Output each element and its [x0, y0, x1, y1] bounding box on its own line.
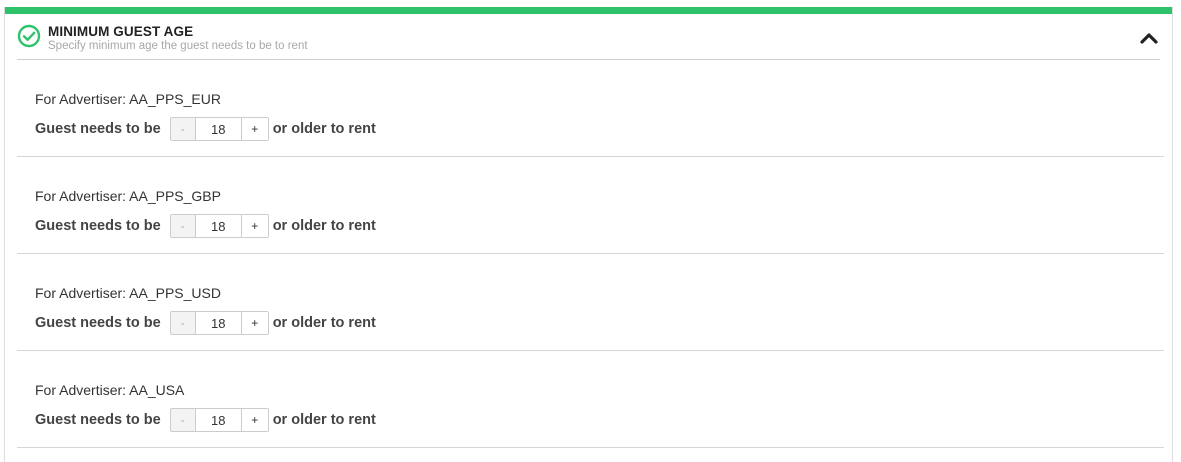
advertiser-label: For Advertiser: AA_PPS_USD [35, 285, 221, 301]
increment-button[interactable]: + [240, 215, 268, 237]
min-age-suffix: or older to rent [272, 121, 376, 137]
section-title: MINIMUM GUEST AGE [48, 24, 194, 39]
chevron-up-icon[interactable] [1138, 28, 1160, 48]
check-circle-icon [17, 24, 41, 48]
age-stepper[interactable]: - 18 + [169, 408, 269, 432]
min-age-prefix: Guest needs to be [35, 121, 161, 137]
advertiser-entry: For Advertiser: AA_PPS_USD Guest needs t… [17, 254, 1164, 351]
status-bar [5, 7, 1172, 14]
min-age-suffix: or older to rent [272, 315, 376, 331]
min-age-row: Guest needs to be - 18 + or older to ren… [35, 311, 376, 335]
section-subtitle: Specify minimum age the guest needs to b… [48, 40, 308, 52]
decrement-button[interactable]: - [170, 409, 196, 431]
increment-button[interactable]: + [240, 118, 268, 140]
age-stepper[interactable]: - 18 + [169, 214, 269, 238]
age-value-input[interactable]: 18 [196, 118, 241, 140]
increment-button[interactable]: + [240, 409, 268, 431]
min-age-row: Guest needs to be - 18 + or older to ren… [35, 408, 376, 432]
age-value-input[interactable]: 18 [196, 409, 241, 431]
decrement-button[interactable]: - [170, 215, 196, 237]
advertiser-entry: For Advertiser: AA_PPS_GBP Guest needs t… [17, 157, 1164, 254]
age-stepper[interactable]: - 18 + [169, 311, 269, 335]
section-header[interactable]: MINIMUM GUEST AGE Specify minimum age th… [17, 14, 1160, 60]
age-value-input[interactable]: 18 [196, 215, 241, 237]
decrement-button[interactable]: - [170, 118, 196, 140]
min-age-row: Guest needs to be - 18 + or older to ren… [35, 214, 376, 238]
advertiser-entry: For Advertiser: AA_USA Guest needs to be… [17, 351, 1164, 448]
age-value-input[interactable]: 18 [196, 312, 241, 334]
min-age-prefix: Guest needs to be [35, 218, 161, 234]
min-age-suffix: or older to rent [272, 218, 376, 234]
min-age-suffix: or older to rent [272, 412, 376, 428]
minimum-guest-age-panel: MINIMUM GUEST AGE Specify minimum age th… [4, 7, 1173, 462]
increment-button[interactable]: + [240, 312, 268, 334]
min-age-row: Guest needs to be - 18 + or older to ren… [35, 117, 376, 141]
min-age-prefix: Guest needs to be [35, 315, 161, 331]
advertiser-label: For Advertiser: AA_PPS_EUR [35, 91, 221, 107]
decrement-button[interactable]: - [170, 312, 196, 334]
advertiser-label: For Advertiser: AA_PPS_GBP [35, 188, 221, 204]
advertiser-label: For Advertiser: AA_USA [35, 382, 185, 398]
advertiser-entry: For Advertiser: AA_PPS_EUR Guest needs t… [17, 60, 1164, 157]
min-age-prefix: Guest needs to be [35, 412, 161, 428]
age-stepper[interactable]: - 18 + [169, 117, 269, 141]
